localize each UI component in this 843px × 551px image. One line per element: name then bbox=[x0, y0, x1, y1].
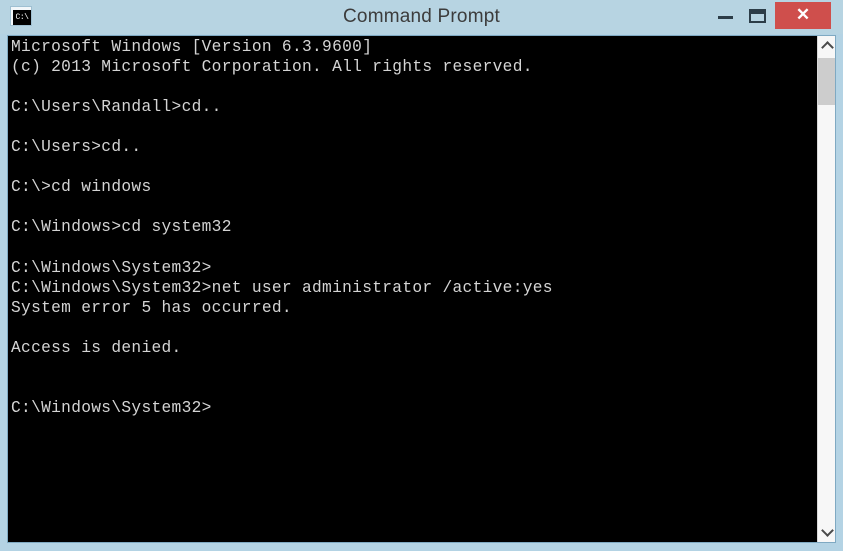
command-prompt-icon-glyph: C:\ bbox=[13, 10, 31, 25]
title-bar[interactable]: C:\ Command Prompt ✕ bbox=[0, 0, 843, 34]
minimize-icon bbox=[718, 16, 733, 19]
scrollbar-thumb[interactable] bbox=[818, 58, 835, 105]
scroll-up-arrow-button[interactable] bbox=[818, 36, 835, 57]
chevron-up-icon bbox=[821, 41, 834, 54]
close-button[interactable]: ✕ bbox=[775, 2, 831, 29]
command-prompt-icon[interactable]: C:\ bbox=[10, 6, 32, 26]
command-prompt-window: C:\ Command Prompt ✕ Microsoft Windows [… bbox=[0, 0, 843, 551]
console-frame: Microsoft Windows [Version 6.3.9600] (c)… bbox=[7, 35, 836, 543]
console-text: Microsoft Windows [Version 6.3.9600] (c)… bbox=[11, 38, 553, 417]
close-icon: ✕ bbox=[795, 5, 811, 24]
console-output-area[interactable]: Microsoft Windows [Version 6.3.9600] (c)… bbox=[8, 36, 818, 542]
scroll-down-arrow-button[interactable] bbox=[818, 521, 835, 542]
console-scrollbar[interactable] bbox=[817, 36, 835, 542]
maximize-icon bbox=[749, 9, 766, 23]
chevron-down-icon bbox=[821, 524, 834, 537]
scrollbar-track[interactable] bbox=[818, 57, 835, 521]
